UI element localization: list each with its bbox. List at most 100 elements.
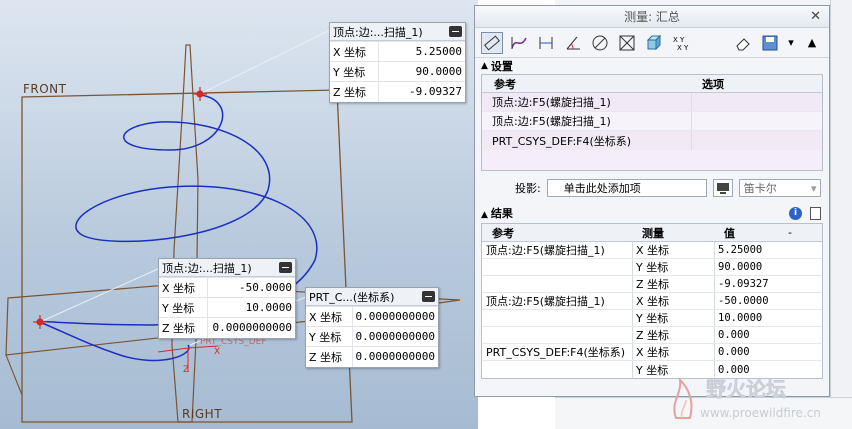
result-measure: Z 坐标 (632, 327, 714, 343)
info-icon[interactable]: i (789, 206, 802, 220)
chevron-down-icon: ▾ (810, 181, 817, 195)
result-row[interactable]: 顶点:边:F5(螺旋扫描_1) X 坐标 5.25000 (482, 242, 822, 259)
results-label: 结果 (490, 207, 513, 220)
references-grid: 参考 选项 顶点:边:F5(螺旋扫描_1) 顶点:边:F5(螺旋扫描_1) PR… (481, 74, 823, 171)
coord-system-value: 笛卡尔 (743, 182, 777, 195)
svg-text:X Y: X Y (673, 36, 685, 44)
report-icon[interactable] (810, 206, 821, 220)
col-header-options: 选项 (702, 77, 724, 91)
measure-callout-2[interactable]: 顶点:边:...扫描_1) X 坐标 -50.0000 Y 坐标 10.0000 Z… (158, 258, 296, 339)
reference-row[interactable]: 顶点:边:F5(螺旋扫描_1) (482, 112, 822, 131)
ruler-icon[interactable] (481, 31, 503, 54)
result-value: 10.0000 (714, 310, 800, 326)
result-row[interactable]: PRT_CSYS_DEF:F4(坐标系) X 坐标 0.000 (482, 344, 822, 361)
result-row[interactable]: Y 坐标 90.0000 (482, 259, 822, 276)
coord-value: 5.25000 (378, 41, 465, 62)
angle-icon[interactable] (562, 32, 584, 54)
vertex-marker (33, 315, 47, 329)
coord-label: X 坐标 (330, 41, 379, 62)
svg-text:X Y Z: X Y Z (677, 44, 690, 52)
datum-edge (5, 354, 23, 396)
collapse-icon[interactable] (422, 291, 435, 302)
monitor-icon[interactable] (712, 179, 733, 197)
close-icon[interactable]: ✕ (810, 9, 821, 24)
datum-label-front: FRONT (23, 82, 67, 96)
distance-icon[interactable] (535, 32, 557, 54)
callout-title: 顶点:边:...扫描_1) (162, 261, 252, 275)
res-col-header-measure: 测量 (642, 226, 664, 240)
callout-title: 顶点:边:...扫描_1) (333, 25, 423, 39)
coord-system-select[interactable]: 笛卡尔 ▾ (738, 179, 821, 197)
result-value: 0.000 (714, 327, 800, 343)
flame-logo-icon (673, 377, 693, 419)
result-value: -50.0000 (714, 293, 800, 309)
result-row[interactable]: 顶点:边:F5(螺旋扫描_1) X 坐标 -50.0000 (482, 293, 822, 310)
dialog-title: 测量: 汇总 (624, 10, 680, 24)
results-grid: 参考 测量 值 - 顶点:边:F5(螺旋扫描_1) X 坐标 5.25000 Y 坐标… (481, 223, 823, 379)
watermark: 野火论坛 www.proewildfire.cn (668, 372, 848, 427)
save-icon[interactable] (759, 32, 781, 54)
result-value: 0.000 (714, 344, 800, 360)
coord-value: 10.0000 (207, 297, 295, 318)
result-row[interactable]: Z 坐标 -9.09327 (482, 276, 822, 293)
coord-value: 0.0000000000 (352, 326, 438, 347)
datum-label-right: RIGHT (182, 407, 223, 421)
collapse-icon[interactable] (279, 262, 292, 273)
result-measure: X 坐标 (632, 344, 714, 360)
projection-input[interactable]: 单击此处添加项 (546, 179, 707, 197)
transform-icon[interactable]: X YX Y Z (670, 32, 692, 54)
result-ref: PRT_CSYS_DEF:F4(坐标系) (486, 346, 626, 359)
results-section-header[interactable]: ▲ 结果 i (475, 205, 829, 221)
result-measure: X 坐标 (632, 242, 714, 258)
svg-text:Z: Z (183, 365, 189, 375)
dialog-titlebar[interactable]: 测量: 汇总 ✕ (475, 6, 829, 28)
res-col-header-ref: 参考 (492, 226, 514, 240)
volume-icon[interactable] (643, 32, 665, 54)
result-ref: 顶点:边:F5(螺旋扫描_1) (486, 244, 605, 257)
measure-callout-1[interactable]: 顶点:边:...扫描_1) X 坐标 5.25000 Y 坐标 90.0000 Z … (329, 22, 466, 103)
reference-cell: PRT_CSYS_DEF:F4(坐标系) (482, 131, 692, 150)
coord-label: X 坐标 (306, 306, 353, 327)
result-value: -9.09327 (714, 276, 800, 292)
triangle-up-icon: ▲ (481, 210, 488, 220)
coord-value: 0.0000000000 (352, 306, 438, 327)
background-panel (830, 0, 852, 429)
result-measure: X 坐标 (632, 293, 714, 309)
coord-value: -50.0000 (207, 277, 295, 298)
measure-callout-3[interactable]: PRT_C...(坐标系) X 坐标 0.0000000000 Y 坐标 0.000… (305, 287, 439, 368)
reference-row[interactable]: 顶点:边:F5(螺旋扫描_1) (482, 93, 822, 112)
reference-cell: 顶点:边:F5(螺旋扫描_1) (482, 93, 692, 111)
coord-label: Y 坐标 (330, 61, 379, 82)
coord-value: 0.0000000000 (207, 317, 295, 338)
coord-label: Y 坐标 (159, 297, 208, 318)
result-measure: Y 坐标 (632, 259, 714, 275)
svg-text:X: X (214, 347, 220, 357)
result-measure: Z 坐标 (632, 276, 714, 292)
reference-row[interactable]: PRT_CSYS_DEF:F4(坐标系) (482, 131, 822, 150)
coord-value: 90.0000 (378, 61, 465, 82)
callout-title: PRT_C...(坐标系) (309, 290, 395, 304)
collapse-icon[interactable] (449, 26, 462, 37)
projection-label: 投影: (515, 182, 541, 195)
diameter-icon[interactable] (589, 32, 611, 54)
chevron-down-icon[interactable]: ▾ (786, 32, 796, 54)
settings-section-header[interactable]: ▲ 设置 (475, 58, 829, 74)
result-row[interactable]: Z 坐标 0.000 (482, 327, 822, 344)
result-measure: Y 坐标 (632, 310, 714, 326)
result-value: 90.0000 (714, 259, 800, 275)
triangle-up-icon: ▲ (481, 61, 488, 71)
result-ref: 顶点:边:F5(螺旋扫描_1) (486, 295, 605, 308)
csys-label: PRT_CSYS_DEF (200, 337, 267, 347)
reference-cell: 顶点:边:F5(螺旋扫描_1) (482, 112, 692, 130)
watermark-url: www.proewildfire.cn (700, 406, 821, 420)
projection-row: 投影: 单击此处添加项 笛卡尔 ▾ (475, 177, 829, 199)
coord-label: Z 坐标 (330, 81, 379, 102)
area-icon[interactable] (616, 32, 638, 54)
coord-label: Z 坐标 (306, 346, 353, 367)
collapse-up-icon[interactable]: ▲ (801, 32, 823, 54)
result-row[interactable]: Y 坐标 10.0000 (482, 310, 822, 327)
length-icon[interactable] (508, 32, 530, 54)
measure-dialog[interactable]: 测量: 汇总 ✕ X YX Y Z (474, 5, 830, 397)
coord-value: -9.09327 (378, 81, 465, 102)
eraser-icon[interactable] (732, 32, 754, 54)
